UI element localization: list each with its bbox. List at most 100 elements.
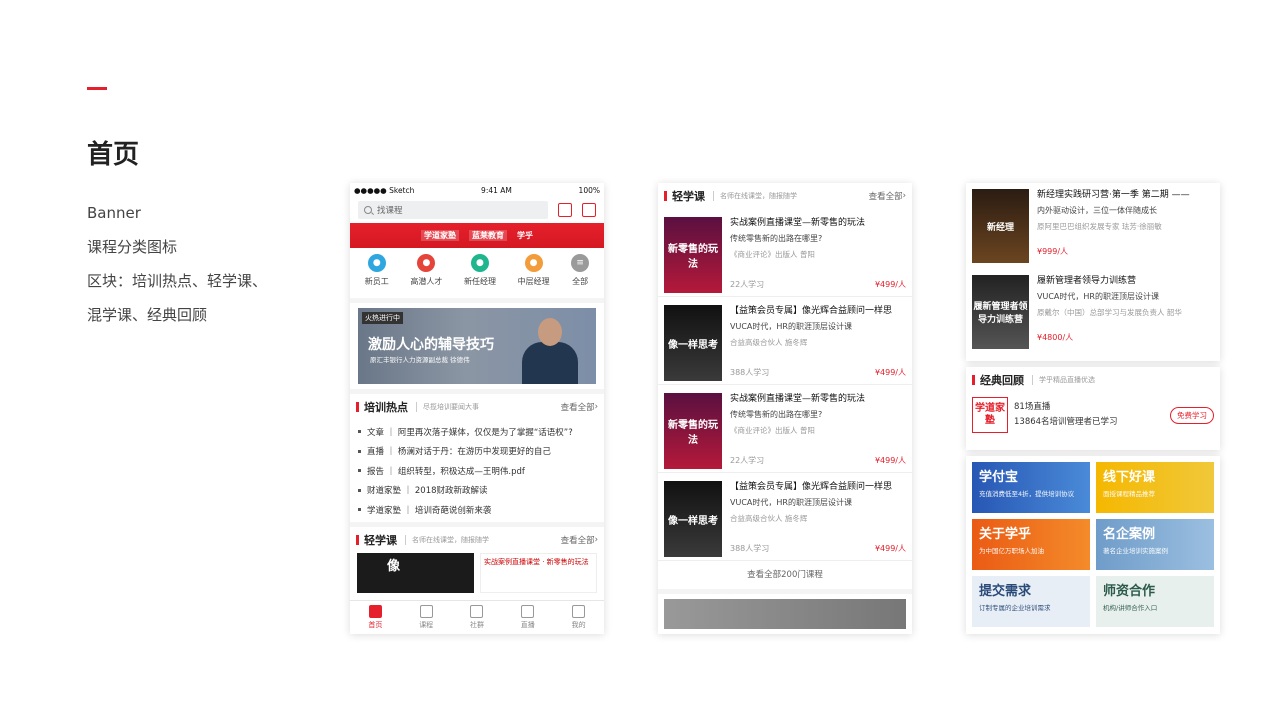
category-label: 中层经理 xyxy=(517,277,550,286)
light-section-header: 轻学课 名师在线课堂，随报随学 查看全部 › xyxy=(350,527,604,553)
course-title: 【益策会员专属】像光辉合益顾问一样思 xyxy=(730,482,893,492)
category-all[interactable]: ≡ 全部 xyxy=(571,254,590,298)
course-thumb: 新经理 xyxy=(972,189,1029,263)
course-price: ¥499/人 xyxy=(874,456,906,465)
service-tiles-card: 学付宝 充值消费低至4折，提供培训协议 线下好课 面授课程精品推荐 关于学乎 为中国亿… xyxy=(966,456,1220,634)
course-subtitle: 传统零售新的出路在哪里? xyxy=(730,234,823,243)
course-item[interactable]: 像一样思考 【益策会员专属】像光辉合益顾问一样思 VUCA时代，HR的职涯顶层设… xyxy=(658,473,912,561)
hot-view-all[interactable]: 查看全部 xyxy=(561,401,595,413)
course-author: 合益高级合伙人 施冬辉 xyxy=(730,514,808,523)
course-thumb[interactable]: 像 xyxy=(357,552,474,593)
service-grid: 学付宝 充值消费低至4折，提供培训协议 线下好课 面授课程精品推荐 关于学乎 为中国亿… xyxy=(966,456,1220,633)
desc-line: 课程分类图标 xyxy=(87,238,178,256)
tab-live[interactable]: 直播 xyxy=(521,605,535,630)
category-icons: ● 新员工 ● 高潜人才 ● 新任经理 ● 中层经理 ≡ 全部 xyxy=(350,248,604,298)
light-view-all[interactable]: 查看全部 xyxy=(561,534,595,546)
chevron-right-icon: › xyxy=(594,402,598,412)
tab-home[interactable]: 首页 xyxy=(368,605,382,630)
tab-community[interactable]: 社群 xyxy=(470,605,484,630)
status-bar: ●●●●● Sketch 9:41 AM 100% xyxy=(350,183,604,197)
course-subtitle: VUCA时代，HR的职涯顶层设计课 xyxy=(730,498,852,507)
list-item[interactable]: 财道家塾 ｜ 2018财政新政解读 xyxy=(358,481,596,501)
learner-count: 22人学习 xyxy=(730,280,765,289)
microphone-icon xyxy=(521,605,535,618)
course-item[interactable]: 新零售的玩法 实战案例直播课堂—新零售的玩法 传统零售新的出路在哪里? 《商业评… xyxy=(658,385,912,473)
classic-subtitle: 学乎精品直播优选 xyxy=(1032,375,1214,385)
free-study-button[interactable]: 免费学习 xyxy=(1170,406,1214,424)
tile-submit-request[interactable]: 提交需求 订制专属的企业培训需求 xyxy=(972,576,1090,627)
classic-review-card: 经典回顾 学乎精品直播优选 学道家塾 81场直播 13864名培训管理者已学习 … xyxy=(966,367,1220,450)
section-marker xyxy=(356,402,359,412)
course-item[interactable]: 履新管理者领导力训练营 履新管理者领导力训练营 VUCA时代，HR的职涯顶层设计… xyxy=(966,269,1220,355)
list-item[interactable]: 直播 ｜ 杨澜对话于丹：在游历中发现更好的自己 xyxy=(358,442,596,462)
light-thumbs: 像 实战案例直播课堂 · 新零售的玩法 xyxy=(350,552,604,593)
course-item[interactable]: 像一样思考 【益策会员专属】像光辉合益顾问一样思 VUCA时代，HR的职涯顶层设… xyxy=(658,297,912,385)
banner-preview[interactable] xyxy=(664,599,906,629)
brand-strip: 学道家塾 蓝莱教育 学乎 xyxy=(350,223,604,248)
tile-xuefubao[interactable]: 学付宝 充值消费低至4折，提供培训协议 xyxy=(972,462,1090,513)
mixed-course-card: 新经理 新经理实践研习营·第一季 第二期 —— 内外驱动设计，三位一体伴随成长 … xyxy=(966,183,1220,361)
course-thumb[interactable]: 实战案例直播课堂 · 新零售的玩法 xyxy=(480,552,597,593)
scan-icon[interactable] xyxy=(582,203,596,217)
tile-enterprise-cases[interactable]: 名企案例 著名企业培训实施案例 xyxy=(1096,519,1214,570)
brand-lanlai: 蓝莱教育 xyxy=(469,230,507,241)
tab-me[interactable]: 我的 xyxy=(572,605,586,630)
carrier: ●●●●● Sketch xyxy=(354,185,415,195)
course-author: 原戴尔（中国）总部学习与发展负责人 韶华 xyxy=(1037,308,1182,317)
list-item[interactable]: 学道家塾 ｜ 培训奇葩说创新来袭 xyxy=(358,500,596,520)
section-marker xyxy=(972,375,975,385)
tile-offline-courses[interactable]: 线下好课 面授课程精品推荐 xyxy=(1096,462,1214,513)
course-author: 《商业评论》出版人 曾阳 xyxy=(730,250,815,259)
view-all-courses-button[interactable]: 查看全部200门课程 xyxy=(658,561,912,589)
category-new-manager[interactable]: ● 新任经理 xyxy=(464,254,496,298)
banner-subtitle: 原汇丰银行人力资源副总裁 徐德伟 xyxy=(370,356,470,364)
category-new-employee[interactable]: ● 新员工 xyxy=(365,254,389,298)
course-price: ¥499/人 xyxy=(874,368,906,377)
home-icon xyxy=(368,605,382,618)
course-title: 【益策会员专属】像光辉合益顾问一样思 xyxy=(730,306,893,316)
live-count: 81场直播 xyxy=(1014,402,1051,412)
category-mid-manager[interactable]: ● 中层经理 xyxy=(518,254,550,298)
mid-manager-icon: ● xyxy=(524,254,543,272)
tile-teacher-cooperation[interactable]: 师资合作 机构/讲师合作入口 xyxy=(1096,576,1214,627)
course-subtitle: 传统零售新的出路在哪里? xyxy=(730,410,823,419)
tile-about-xuehu[interactable]: 关于学乎 为中国亿万职场人加油 xyxy=(972,519,1090,570)
classic-section-header: 经典回顾 学乎精品直播优选 xyxy=(966,367,1220,393)
desc-line: Banner xyxy=(87,204,141,222)
person-icon: ● xyxy=(367,254,386,272)
list-item[interactable]: 文章 ｜ 阿里再次落子媒体，仅仅是为了掌握“话语权”? xyxy=(358,422,596,442)
hot-subtitle: 尽揽培训要闻大事 xyxy=(416,402,561,412)
course-item[interactable]: 新经理 新经理实践研习营·第一季 第二期 —— 内外驱动设计，三位一体伴随成长 … xyxy=(966,183,1220,269)
course-price: ¥499/人 xyxy=(874,280,906,289)
section-marker xyxy=(356,534,359,545)
course-author: 《商业评论》出版人 曾阳 xyxy=(730,426,815,435)
tab-bar: 首页 课程 社群 直播 我的 xyxy=(350,600,604,634)
graduation-cap-icon xyxy=(572,605,586,618)
course-thumb: 像一样思考 xyxy=(664,305,722,381)
category-label: 全部 xyxy=(572,277,589,286)
battery: 100% xyxy=(578,185,600,195)
banner[interactable]: 火热进行中 激励人心的辅导技巧 原汇丰银行人力资源副总裁 徐德伟 xyxy=(358,308,596,384)
list-item[interactable]: 报告 ｜ 组织转型，积极达成—王明伟.pdf xyxy=(358,461,596,481)
category-label: 新员工 xyxy=(364,277,389,286)
category-high-potential[interactable]: ● 高潜人才 xyxy=(410,254,442,298)
learner-count: 388人学习 xyxy=(730,368,770,377)
course-thumb: 新零售的玩法 xyxy=(664,217,722,293)
cart-icon[interactable] xyxy=(558,203,572,217)
course-subtitle: VUCA时代，HR的职涯顶层设计课 xyxy=(730,322,852,331)
course-thumb: 像一样思考 xyxy=(664,481,722,557)
course-author: 原阿里巴巴组织发展专家 珐芳·徐丽敏 xyxy=(1037,222,1162,231)
course-subtitle: 内外驱动设计，三位一体伴随成长 xyxy=(1037,206,1157,215)
banner-tag: 火热进行中 xyxy=(362,312,403,324)
banner-title: 激励人心的辅导技巧 xyxy=(368,337,494,353)
course-author: 合益高级合伙人 施冬辉 xyxy=(730,338,808,347)
tab-courses[interactable]: 课程 xyxy=(419,605,433,630)
course-item[interactable]: 新零售的玩法 实战案例直播课堂—新零售的玩法 传统零售新的出路在哪里? 《商业评… xyxy=(658,209,912,297)
search-input[interactable]: 找课程 xyxy=(358,201,548,219)
course-thumb: 履新管理者领导力训练营 xyxy=(972,275,1029,349)
light-view-all[interactable]: 查看全部 xyxy=(869,190,903,202)
course-thumb: 新零售的玩法 xyxy=(664,393,722,469)
chevron-right-icon: › xyxy=(594,534,598,545)
brand-xuedao: 学道家塾 xyxy=(421,230,459,241)
menu-icon: ≡ xyxy=(571,254,590,272)
